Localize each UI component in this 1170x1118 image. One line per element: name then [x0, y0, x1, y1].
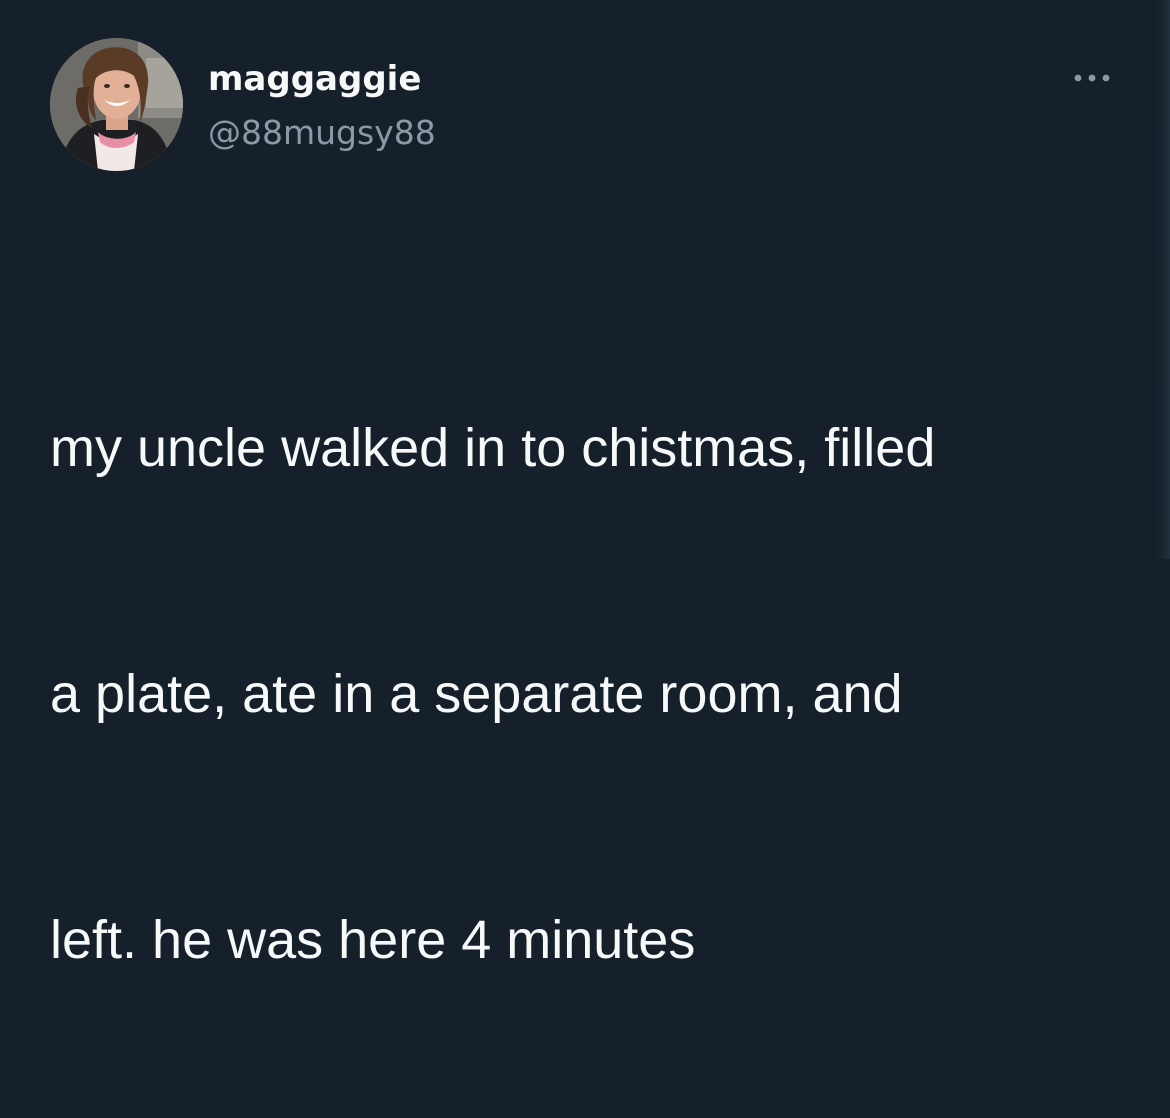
tweet-text: my uncle walked in to chistmas, filled a…	[50, 243, 1130, 1118]
ellipsis-icon	[1074, 74, 1110, 82]
avatar-photo	[50, 38, 183, 171]
tweet-text-line: a plate, ate in a separate room, and	[50, 664, 903, 724]
more-options-button[interactable]	[1068, 60, 1116, 96]
tweet-card: maggaggie @88mugsy88 my uncle walked in …	[0, 0, 1170, 970]
window-edge	[1156, 0, 1170, 559]
display-name[interactable]: maggaggie	[208, 58, 421, 100]
avatar[interactable]	[50, 38, 183, 171]
tweet-text-line: left. he was here 4 minutes	[50, 910, 696, 970]
user-handle[interactable]: @88mugsy88	[208, 112, 436, 154]
tweet-text-line: my uncle walked in to chistmas, filled	[50, 418, 936, 478]
